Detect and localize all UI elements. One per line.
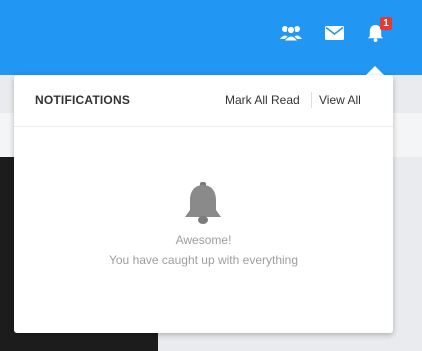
top-navbar: 1 (0, 0, 422, 75)
view-all-link[interactable]: View All (319, 93, 361, 107)
notifications-header: NOTIFICATIONS Mark All Read View All (14, 75, 393, 127)
header-separator (311, 92, 312, 108)
envelope-icon[interactable] (323, 22, 345, 44)
notification-count-badge: 1 (380, 17, 392, 30)
bell-icon (183, 182, 223, 229)
users-icon[interactable] (280, 22, 302, 44)
mark-all-read-link[interactable]: Mark All Read (225, 93, 300, 107)
bell-icon[interactable]: 1 (364, 17, 392, 44)
dropdown-caret (366, 66, 384, 75)
empty-state-title: Awesome! (175, 233, 232, 247)
notifications-dropdown: NOTIFICATIONS Mark All Read View All Awe… (14, 75, 393, 333)
empty-state-message: You have caught up with everything (108, 253, 299, 267)
notifications-title: NOTIFICATIONS (35, 93, 131, 107)
